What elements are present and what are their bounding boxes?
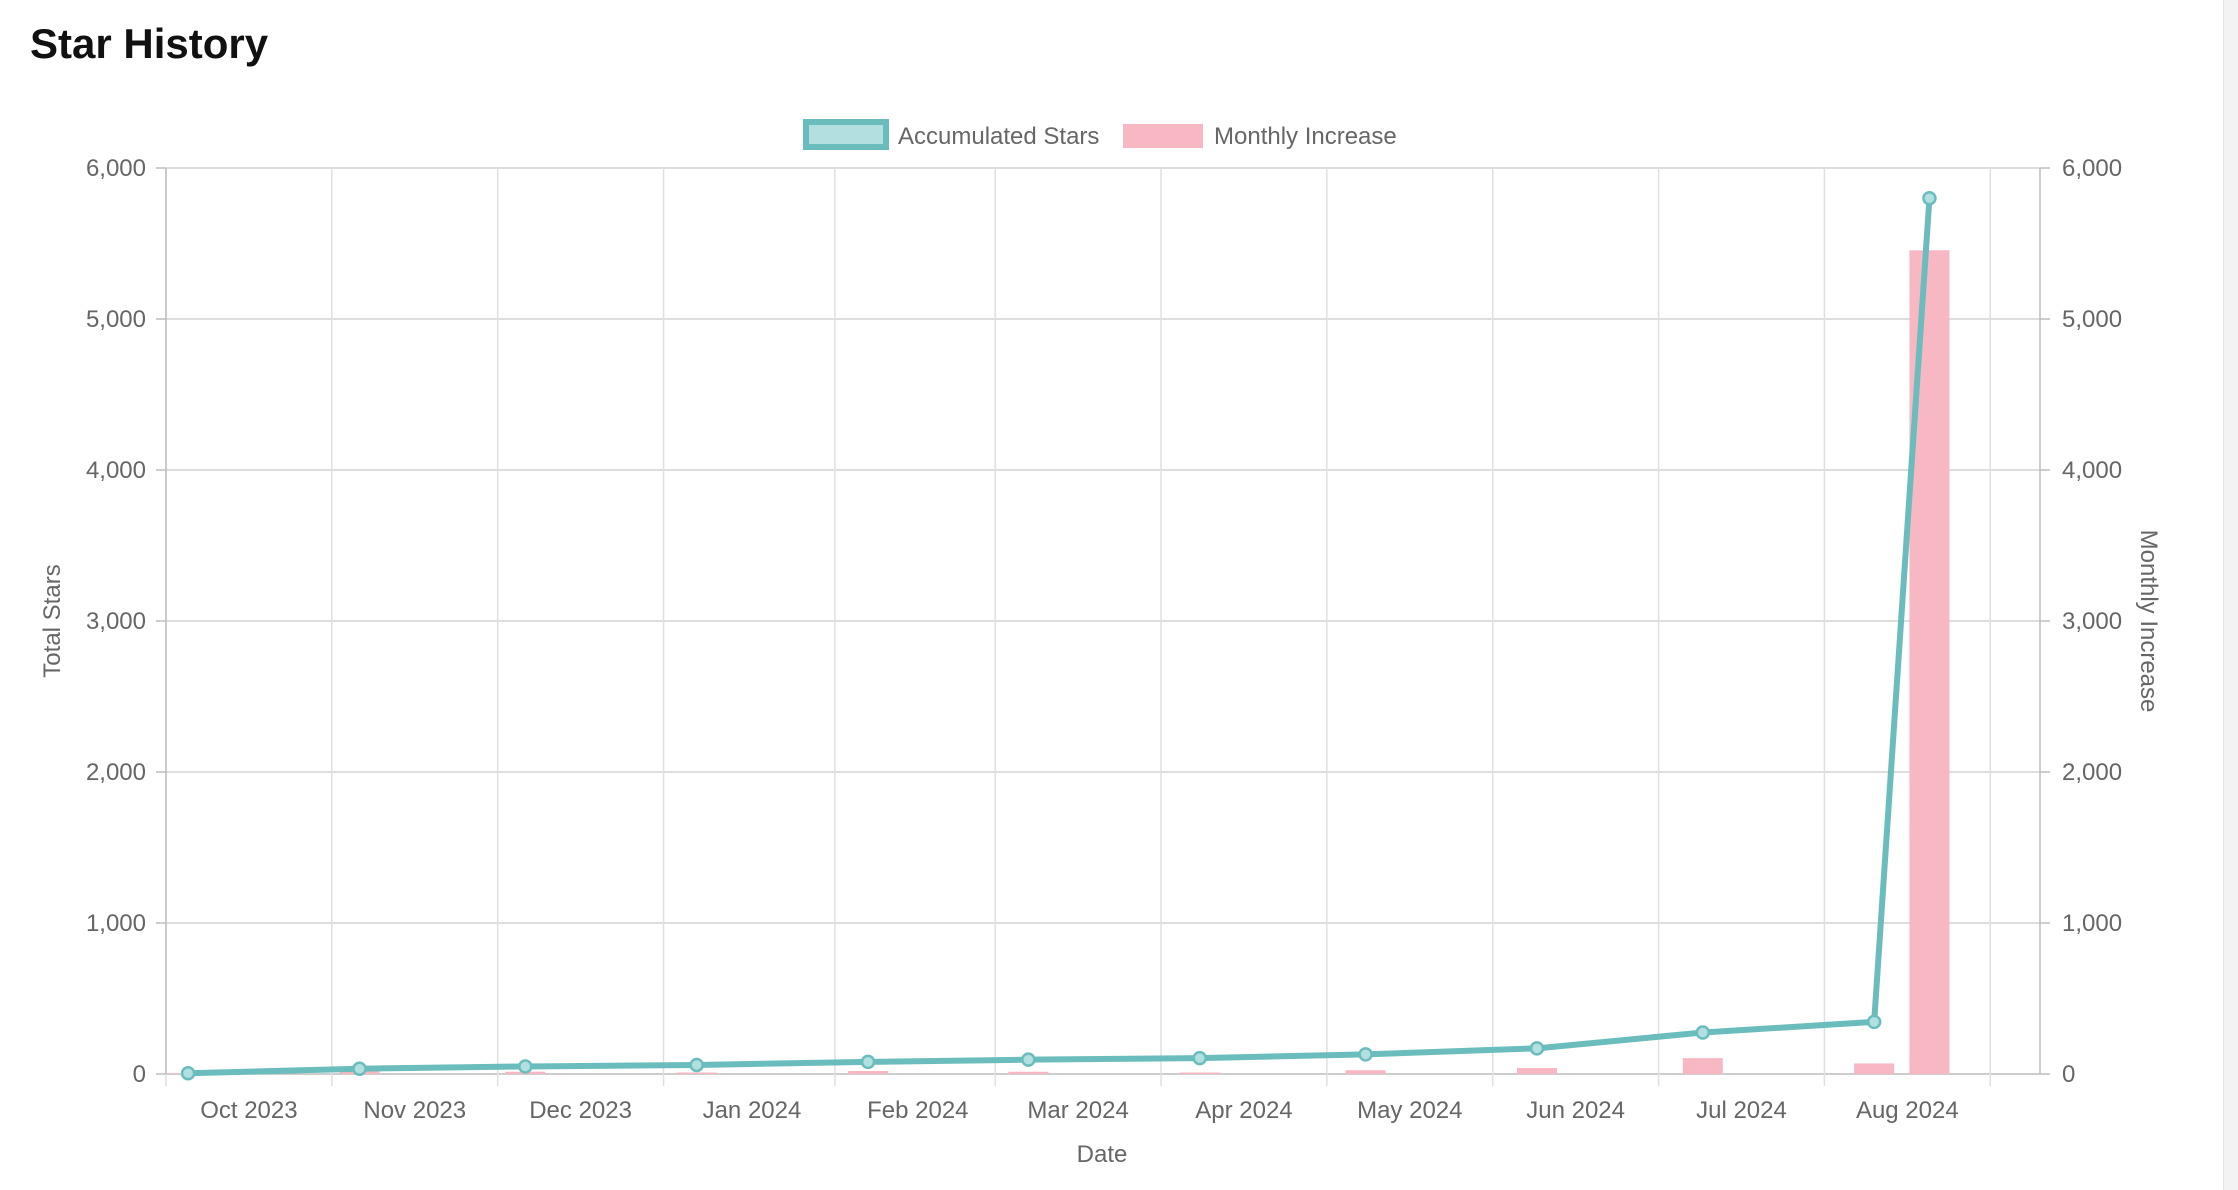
legend-item-accumulated-stars[interactable]: Accumulated Stars (803, 119, 1099, 150)
bar-monthly-increase (1008, 1071, 1049, 1074)
point-accumulated-stars (1695, 1025, 1711, 1040)
y-tick-label-left: 2,000 (86, 759, 146, 786)
point-accumulated-stars (1529, 1041, 1545, 1056)
y-axis-title-right: Monthly Increase (2135, 530, 2162, 713)
x-tick-label: May 2024 (1357, 1097, 1462, 1124)
y-tick-label-right: 1,000 (2062, 910, 2122, 937)
bar-monthly-increase (676, 1072, 717, 1074)
y-tick-label-left: 3,000 (86, 608, 146, 635)
y-tick-label-right: 3,000 (2062, 608, 2122, 635)
star-history-chart: 0 0 1,000 1,000 2,000 2,000 3,000 3,000 4,000 4,0… (39, 119, 2162, 1168)
point-accumulated-stars (1192, 1050, 1207, 1066)
legend-swatch-monthly-increase (1123, 124, 1203, 148)
x-tick-label: Dec 2023 (529, 1097, 632, 1124)
x-tick-label: Jan 2024 (703, 1097, 802, 1124)
point-accumulated-stars (1021, 1052, 1036, 1067)
legend-label-accumulated-stars: Accumulated Stars (898, 123, 1099, 150)
x-tick-label: Oct 2023 (200, 1097, 297, 1124)
x-tick-label: Apr 2024 (1195, 1097, 1292, 1124)
y-tick-label-right: 5,000 (2062, 306, 2122, 333)
x-tick-label: Jun 2024 (1526, 1097, 1625, 1124)
bar-monthly-increase (1179, 1072, 1220, 1074)
y-tick-label-left: 1,000 (86, 910, 146, 937)
y-tick-label-left: 5,000 (86, 306, 146, 333)
point-accumulated-stars (352, 1061, 367, 1076)
axes-layer: 0 0 1,000 1,000 2,000 2,000 3,000 3,000 4,000 4,0… (86, 155, 2122, 1124)
legend-item-monthly-increase[interactable]: Monthly Increase (1123, 123, 1397, 150)
x-axis-title: Date (1077, 1141, 1128, 1168)
point-accumulated-stars (180, 1065, 196, 1081)
y-tick-label-left: 0 (133, 1061, 146, 1088)
legend-label-monthly-increase: Monthly Increase (1214, 123, 1397, 150)
y-tick-label-right: 4,000 (2062, 457, 2122, 484)
points-layer (180, 190, 1937, 1081)
bar-monthly-increase (1682, 1058, 1723, 1074)
bar-monthly-increase (1516, 1067, 1557, 1074)
point-accumulated-stars (1866, 1014, 1882, 1030)
y-tick-label-left: 4,000 (86, 457, 146, 484)
legend-swatch-accumulated-stars (803, 119, 889, 150)
x-tick-label: Jul 2024 (1696, 1097, 1787, 1124)
y-tick-label-right: 6,000 (2062, 155, 2122, 182)
point-accumulated-stars (1358, 1047, 1373, 1062)
point-accumulated-stars (1922, 190, 1937, 206)
bar-monthly-increase (848, 1070, 889, 1074)
line-layer (185, 195, 1933, 1077)
line-accumulated-stars (185, 195, 1933, 1077)
page-scrollbar[interactable] (2223, 0, 2238, 1190)
y-axis-title-left: Total Stars (39, 564, 66, 677)
y-tick-label-right: 2,000 (2062, 759, 2122, 786)
legend: Accumulated Stars Monthly Increase (803, 119, 1397, 150)
y-tick-label-right: 0 (2062, 1061, 2075, 1088)
point-accumulated-stars (860, 1054, 876, 1070)
y-tick-label-left: 6,000 (86, 155, 146, 182)
x-tick-label: Feb 2024 (867, 1097, 968, 1124)
point-accumulated-stars (518, 1059, 533, 1074)
x-tick-label: Mar 2024 (1027, 1097, 1128, 1124)
bars-layer (168, 250, 1950, 1075)
x-tick-label: Nov 2023 (363, 1097, 466, 1124)
bar-monthly-increase (1345, 1070, 1386, 1074)
point-accumulated-stars (689, 1057, 704, 1073)
bar-monthly-increase (1854, 1063, 1895, 1074)
x-tick-label: Aug 2024 (1856, 1097, 1959, 1124)
grid-layer (165, 167, 2040, 1086)
